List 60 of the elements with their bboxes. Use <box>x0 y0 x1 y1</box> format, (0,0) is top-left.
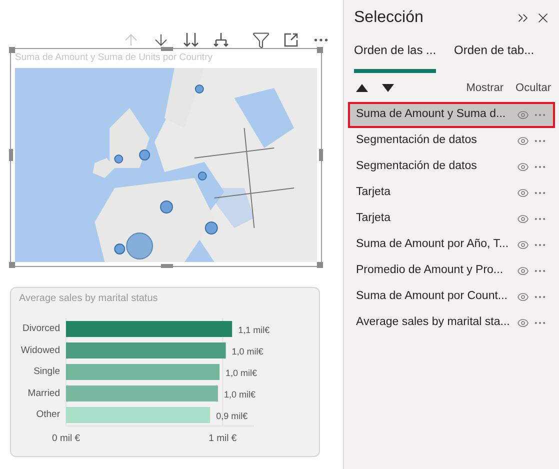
resize-handle[interactable] <box>317 262 323 268</box>
value-label: 0,9 mil€ <box>216 411 248 421</box>
layer-item[interactable]: Promedio de Amount y Pro... <box>348 258 555 284</box>
focus-mode-icon[interactable] <box>282 31 300 49</box>
resize-handle[interactable] <box>319 149 323 161</box>
chart-title: Average sales by marital status <box>19 292 159 306</box>
layer-item[interactable]: Tarjeta <box>348 206 555 232</box>
value-label: 1,0 mil€ <box>232 346 264 356</box>
category-label: Married <box>28 386 60 400</box>
eye-icon[interactable] <box>517 291 529 303</box>
layer-item[interactable]: Segmentación de datos <box>348 154 555 180</box>
double-arrow-down-icon[interactable] <box>182 31 200 49</box>
layer-label: Promedio de Amount y Pro... <box>356 263 504 278</box>
fork-arrow-down-icon[interactable] <box>212 31 230 49</box>
eye-icon[interactable] <box>517 109 529 121</box>
value-label: 1,1 mil€ <box>238 325 270 335</box>
layer-item[interactable]: Average sales by marital sta... <box>348 310 555 336</box>
value-label: 1,0 mil€ <box>226 368 258 378</box>
pane-action-button[interactable]: Mostrar <box>466 80 504 96</box>
category-label: Widowed <box>20 344 60 358</box>
pane-action-button[interactable]: Ocultar <box>516 80 551 96</box>
layer-label: Suma de Amount y Suma d... <box>356 107 507 122</box>
resize-handle[interactable] <box>9 47 15 53</box>
layer-label: Tarjeta <box>356 185 392 200</box>
layer-item[interactable]: Suma de Amount por Count... <box>348 284 555 310</box>
value-label: 1,0 mil€ <box>224 390 256 400</box>
eye-icon[interactable] <box>517 213 529 225</box>
layer-label: Suma de Amount por Año, T... <box>356 237 510 252</box>
pane-title: Selección <box>354 8 424 28</box>
eye-icon[interactable] <box>517 187 529 199</box>
pane-tab[interactable]: Orden de tab... <box>454 41 534 73</box>
map-title: Suma de Amount y Suma de Units por Country <box>15 51 214 65</box>
eye-icon[interactable] <box>517 317 529 329</box>
eye-icon[interactable] <box>517 265 529 277</box>
axis-tick-label: 0 mil € <box>52 433 80 444</box>
filter-icon[interactable] <box>252 31 270 49</box>
layer-label: Segmentación de datos <box>356 133 478 148</box>
layer-label: Suma de Amount por Count... <box>356 289 509 304</box>
layer-label: Tarjeta <box>356 211 392 226</box>
eye-icon[interactable] <box>517 135 529 147</box>
axis-tick-label: 1 mil € <box>208 433 237 444</box>
resize-handle[interactable] <box>9 262 15 268</box>
category-label: Divorced <box>22 322 60 336</box>
layer-item[interactable]: Suma de Amount por Año, T... <box>348 232 555 258</box>
resize-handle[interactable] <box>317 47 323 53</box>
resize-handle[interactable] <box>9 149 13 161</box>
category-label: Single <box>34 365 60 379</box>
eye-icon[interactable] <box>517 239 529 251</box>
layer-item[interactable]: Segmentación de datos <box>348 128 555 154</box>
layer-item[interactable]: Suma de Amount y Suma d... <box>348 102 555 128</box>
move-down-icon[interactable] <box>382 84 394 92</box>
layer-label: Average sales by marital sta... <box>356 315 511 330</box>
move-up-icon[interactable] <box>356 84 368 92</box>
layer-label: Segmentación de datos <box>356 159 478 174</box>
eye-icon[interactable] <box>517 161 529 173</box>
resize-handle[interactable] <box>161 47 173 51</box>
layer-item[interactable]: Tarjeta <box>348 180 555 206</box>
pane-tab[interactable]: Orden de las ... <box>354 41 436 73</box>
resize-handle[interactable] <box>161 264 173 268</box>
category-label: Other <box>36 408 60 422</box>
